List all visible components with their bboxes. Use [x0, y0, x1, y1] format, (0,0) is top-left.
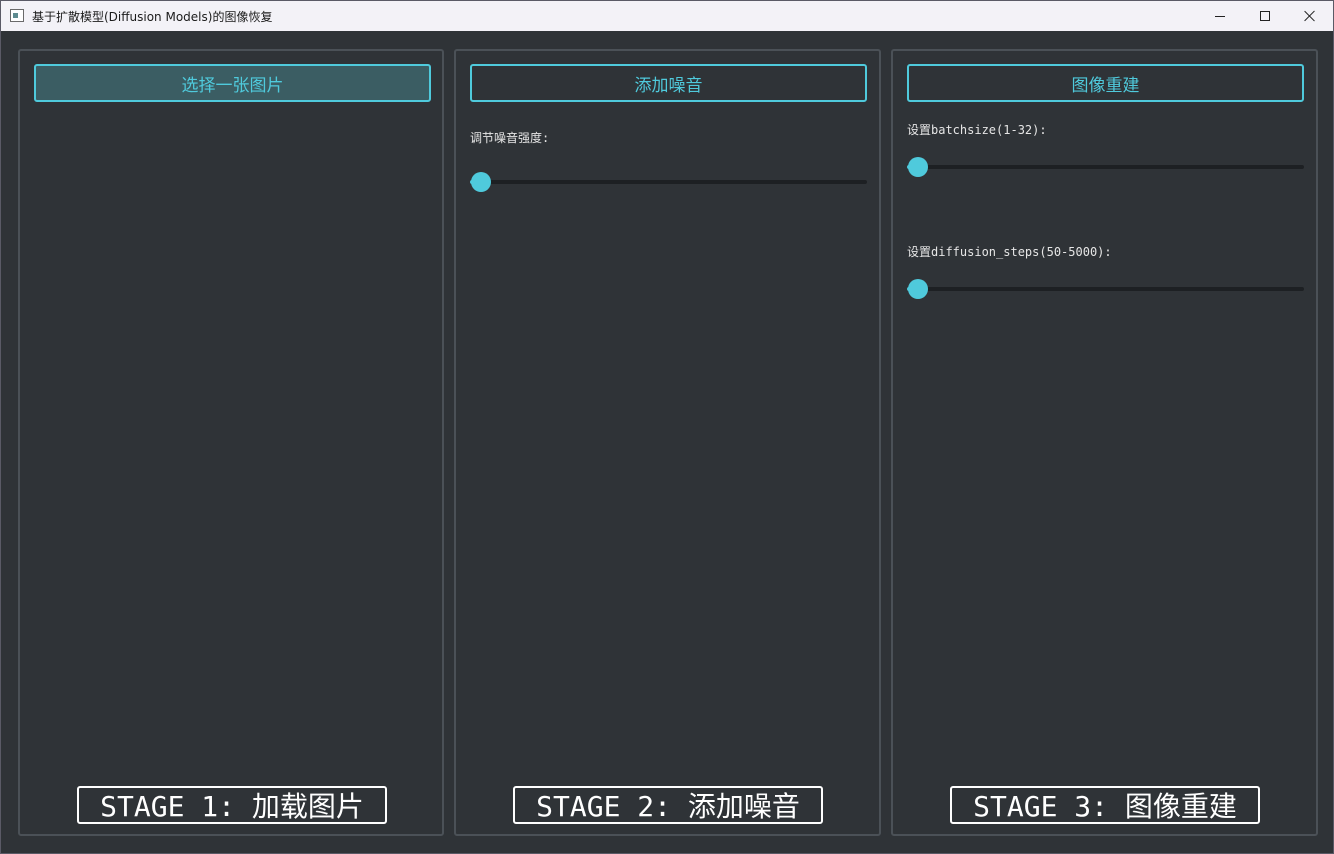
- close-button[interactable]: [1287, 1, 1333, 31]
- title-bar: 基于扩散模型(Diffusion Models)的图像恢复: [1, 1, 1333, 31]
- close-icon: [1304, 10, 1316, 22]
- slider-thumb[interactable]: [908, 157, 928, 177]
- panel-load-image: 选择一张图片 STAGE 1: 加载图片: [18, 49, 444, 836]
- maximize-icon: [1260, 11, 1270, 21]
- stage-1-label: STAGE 1: 加载图片: [77, 786, 387, 824]
- select-image-button[interactable]: 选择一张图片: [34, 64, 431, 102]
- stage-3-label: STAGE 3: 图像重建: [950, 786, 1260, 824]
- window-title: 基于扩散模型(Diffusion Models)的图像恢复: [32, 10, 273, 24]
- panel-image-reconstruction: 图像重建 设置batchsize(1-32): 设置diffusion_step…: [891, 49, 1318, 836]
- panel-add-noise: 添加噪音 调节噪音强度: STAGE 2: 添加噪音: [454, 49, 881, 836]
- diffusion-steps-slider[interactable]: [907, 278, 1304, 300]
- slider-thumb[interactable]: [471, 172, 491, 192]
- reconstruct-image-button[interactable]: 图像重建: [907, 64, 1304, 102]
- minimize-icon: [1215, 15, 1225, 17]
- app-icon: [10, 9, 24, 22]
- batchsize-label: 设置batchsize(1-32):: [907, 123, 1047, 137]
- noise-strength-slider[interactable]: [470, 171, 867, 193]
- slider-thumb[interactable]: [908, 279, 928, 299]
- app-window: 基于扩散模型(Diffusion Models)的图像恢复 选择一张图片 STA…: [0, 0, 1334, 854]
- slider-track: [907, 165, 1304, 169]
- add-noise-button[interactable]: 添加噪音: [470, 64, 867, 102]
- stage-2-label: STAGE 2: 添加噪音: [513, 786, 823, 824]
- slider-track: [470, 180, 867, 184]
- minimize-button[interactable]: [1197, 1, 1243, 31]
- slider-track: [907, 287, 1304, 291]
- maximize-button[interactable]: [1242, 1, 1288, 31]
- diffusion-steps-label: 设置diffusion_steps(50-5000):: [907, 245, 1112, 259]
- batchsize-slider[interactable]: [907, 156, 1304, 178]
- noise-strength-label: 调节噪音强度:: [470, 131, 550, 145]
